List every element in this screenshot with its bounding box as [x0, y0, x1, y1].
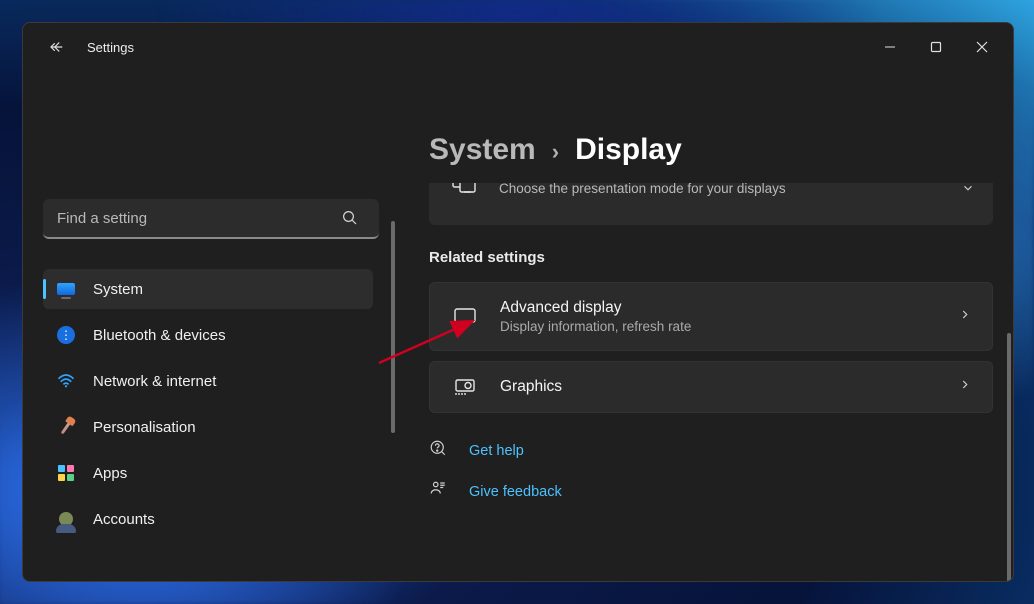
link-get-help[interactable]: Get help	[429, 439, 993, 462]
bluetooth-icon: ⋮	[57, 326, 75, 344]
wifi-icon	[57, 372, 75, 390]
sidebar-item-label: Accounts	[93, 511, 155, 528]
main-scrollbar[interactable]	[1007, 333, 1011, 581]
chevron-right-icon: ›	[552, 139, 559, 165]
back-button[interactable]	[41, 31, 73, 63]
link-label: Give feedback	[469, 484, 562, 500]
breadcrumb-parent[interactable]: System	[429, 133, 536, 167]
help-links: Get help Give feedback	[429, 439, 993, 503]
sidebar-item-personalisation[interactable]: Personalisation	[43, 407, 373, 447]
sidebar-item-accounts[interactable]: Accounts	[43, 499, 373, 539]
sidebar-item-label: Bluetooth & devices	[93, 327, 226, 344]
chevron-down-icon	[961, 183, 975, 200]
arrow-left-icon	[48, 38, 66, 56]
setting-card-graphics[interactable]: Graphics	[429, 361, 993, 413]
sidebar-item-label: Personalisation	[93, 419, 196, 436]
nav-list: System ⋮ Bluetooth & devices Network & i…	[43, 269, 373, 539]
minimize-icon	[884, 41, 896, 53]
link-label: Get help	[469, 443, 524, 459]
card-subtitle: Display information, refresh rate	[500, 319, 691, 334]
settings-window: Settings System	[22, 22, 1014, 582]
gpu-icon	[452, 378, 478, 396]
monitor-icon	[452, 307, 478, 327]
window-controls	[867, 31, 1005, 63]
close-icon	[976, 41, 988, 53]
sidebar-item-label: System	[93, 281, 143, 298]
titlebar: Settings	[23, 23, 1013, 71]
help-icon	[429, 439, 447, 462]
sidebar-item-label: Apps	[93, 465, 127, 482]
card-title: Graphics	[500, 378, 562, 396]
setting-card-multiple-displays[interactable]: Choose the presentation mode for your di…	[429, 183, 993, 225]
card-subtitle: Choose the presentation mode for your di…	[499, 183, 786, 196]
search-icon	[341, 209, 359, 227]
breadcrumb-current: Display	[575, 133, 682, 167]
maximize-button[interactable]	[913, 31, 959, 63]
display-icon	[57, 280, 75, 298]
sidebar-item-label: Network & internet	[93, 373, 216, 390]
close-button[interactable]	[959, 31, 1005, 63]
sidebar-item-bluetooth[interactable]: ⋮ Bluetooth & devices	[43, 315, 373, 355]
sidebar: System ⋮ Bluetooth & devices Network & i…	[23, 71, 389, 581]
breadcrumb: System › Display	[429, 133, 993, 167]
paintbrush-icon	[57, 418, 75, 436]
section-header-related: Related settings	[429, 249, 993, 266]
person-icon	[57, 510, 75, 528]
maximize-icon	[930, 41, 942, 53]
search-container	[43, 199, 373, 239]
feedback-icon	[429, 480, 447, 503]
sidebar-item-network[interactable]: Network & internet	[43, 361, 373, 401]
chevron-right-icon	[958, 307, 972, 326]
content-area: System ⋮ Bluetooth & devices Network & i…	[23, 71, 1013, 581]
setting-card-advanced-display[interactable]: Advanced display Display information, re…	[429, 282, 993, 351]
apps-icon	[57, 464, 75, 482]
minimize-button[interactable]	[867, 31, 913, 63]
link-give-feedback[interactable]: Give feedback	[429, 480, 993, 503]
card-title: Advanced display	[500, 299, 691, 317]
chevron-right-icon	[958, 378, 972, 397]
search-input[interactable]	[43, 199, 379, 239]
multiple-displays-icon	[451, 183, 477, 195]
app-title: Settings	[87, 40, 134, 55]
main-panel: System › Display Choose the presentation…	[389, 71, 1013, 581]
sidebar-item-system[interactable]: System	[43, 269, 373, 309]
sidebar-item-apps[interactable]: Apps	[43, 453, 373, 493]
